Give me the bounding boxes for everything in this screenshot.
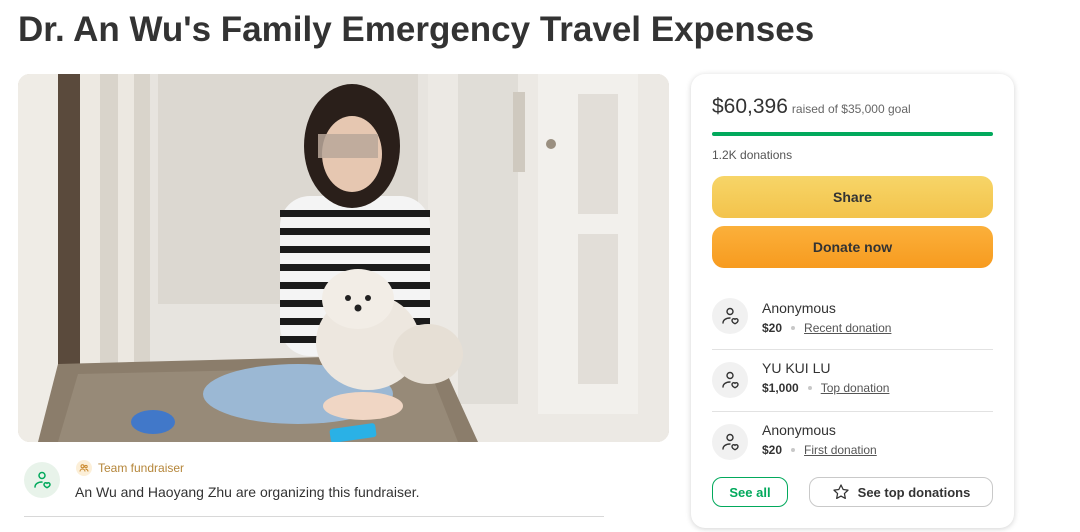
organizer-section: Team fundraiser An Wu and Haoyang Zhu ar… [24, 458, 604, 500]
team-fundraiser-label: Team fundraiser [98, 461, 185, 475]
donation-item: YU KUI LU $1,000 Top donation [712, 349, 993, 411]
organizer-description: An Wu and Haoyang Zhu are organizing thi… [75, 484, 420, 500]
star-icon [833, 484, 849, 500]
heart-hand-icon [722, 433, 739, 451]
separator-dot [791, 326, 796, 330]
donation-type-link[interactable]: First donation [804, 443, 877, 457]
donation-amount: $20 [762, 443, 783, 457]
donation-meta: $20 Recent donation [762, 321, 891, 335]
donation-count: 1.2K donations [712, 148, 793, 162]
heart-hand-icon [722, 307, 739, 325]
section-divider [24, 516, 604, 517]
separator-dot [791, 448, 796, 452]
donation-item: Anonymous $20 First donation [712, 411, 993, 473]
donor-name: YU KUI LU [762, 360, 831, 376]
donation-amount: $1,000 [762, 381, 799, 395]
goal-text: raised of $35,000 goal [791, 102, 911, 116]
share-button[interactable]: Share [712, 176, 993, 218]
donor-name: Anonymous [762, 300, 836, 316]
progress-fill [712, 132, 993, 136]
raised-amount: $60,396 [712, 95, 788, 118]
donation-amount: $20 [762, 321, 783, 335]
donor-avatar [712, 298, 748, 334]
separator-dot [807, 386, 812, 390]
see-top-donations-button[interactable]: See top donations [809, 477, 993, 507]
see-top-donations-label: See top donations [857, 484, 971, 500]
progress-bar [712, 132, 993, 136]
heart-hand-icon [722, 371, 739, 389]
heart-hand-icon [34, 471, 51, 489]
page-title: Dr. An Wu's Family Emergency Travel Expe… [18, 10, 815, 49]
donation-card: $60,396 raised of $35,000 goal 1.2K donat… [691, 74, 1014, 528]
donation-meta: $20 First donation [762, 443, 877, 457]
donor-name: Anonymous [762, 422, 836, 438]
donate-now-button[interactable]: Donate now [712, 226, 993, 268]
donation-item: Anonymous $20 Recent donation [712, 286, 993, 348]
campaign-hero-photo [18, 74, 669, 442]
see-all-button[interactable]: See all [712, 477, 788, 507]
donor-avatar [712, 424, 748, 460]
team-icon [76, 460, 92, 476]
team-fundraiser-tag: Team fundraiser [76, 460, 184, 476]
donation-type-link[interactable]: Recent donation [804, 321, 891, 335]
donation-type-link[interactable]: Top donation [821, 381, 890, 395]
donor-avatar [712, 362, 748, 398]
donation-meta: $1,000 Top donation [762, 381, 889, 395]
raised-summary: $60,396 raised of $35,000 goal [712, 95, 911, 119]
organizer-avatar [24, 462, 60, 498]
